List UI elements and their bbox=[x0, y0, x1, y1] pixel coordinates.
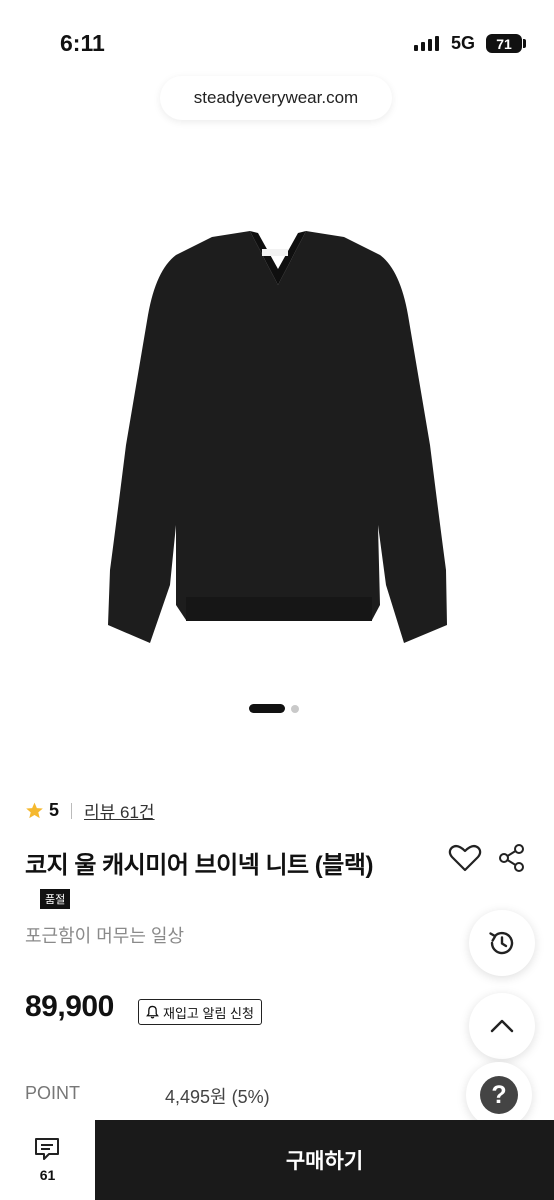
chevron-up-icon bbox=[490, 1019, 514, 1033]
share-icon bbox=[499, 844, 524, 872]
rating-value: 5 bbox=[49, 800, 60, 820]
signal-icon bbox=[414, 36, 439, 51]
url-bar[interactable]: steadyeverywear.com bbox=[160, 76, 392, 120]
sweater-image bbox=[108, 231, 447, 643]
product-image[interactable] bbox=[90, 225, 465, 655]
star-icon bbox=[26, 802, 43, 819]
battery-icon: 71 bbox=[486, 34, 522, 53]
point-value: 4,495원 (5%) bbox=[165, 1087, 270, 1107]
rating-row: 5 리뷰 61건 bbox=[25, 798, 155, 823]
scroll-top-button[interactable] bbox=[469, 993, 535, 1059]
gallery-dot-active[interactable] bbox=[249, 704, 285, 713]
bell-icon bbox=[146, 1005, 159, 1019]
restock-alert-button[interactable]: 재입고 알림 신청 bbox=[138, 999, 262, 1025]
recent-history-button[interactable] bbox=[469, 910, 535, 976]
soldout-badge: 품절 bbox=[40, 889, 71, 909]
price: 89,900 bbox=[25, 990, 114, 1023]
gallery-indicator bbox=[249, 704, 299, 713]
status-time: 6:11 bbox=[60, 30, 105, 56]
share-button[interactable] bbox=[498, 843, 526, 878]
help-icon: ? bbox=[480, 1076, 518, 1114]
history-icon bbox=[489, 931, 514, 955]
product-subtitle: 포근함이 머무는 일상 bbox=[25, 926, 185, 946]
restock-label: 재입고 알림 신청 bbox=[163, 1005, 254, 1021]
heart-icon bbox=[448, 844, 482, 872]
wishlist-button[interactable] bbox=[448, 843, 482, 878]
divider bbox=[71, 802, 73, 819]
gallery-dot[interactable] bbox=[291, 704, 299, 713]
battery-tip bbox=[523, 39, 526, 48]
network-type: 5G bbox=[451, 33, 476, 53]
review-link[interactable]: 리뷰 61건 bbox=[84, 798, 155, 823]
buy-button[interactable]: 구매하기 bbox=[95, 1120, 554, 1200]
chat-count: 61 bbox=[39, 1167, 56, 1183]
point-label: POINT bbox=[25, 1083, 81, 1103]
product-title: 코지 울 캐시미어 브이넥 니트 (블랙) bbox=[25, 852, 373, 879]
help-button[interactable]: ? bbox=[466, 1062, 532, 1128]
chat-icon bbox=[33, 1136, 61, 1167]
